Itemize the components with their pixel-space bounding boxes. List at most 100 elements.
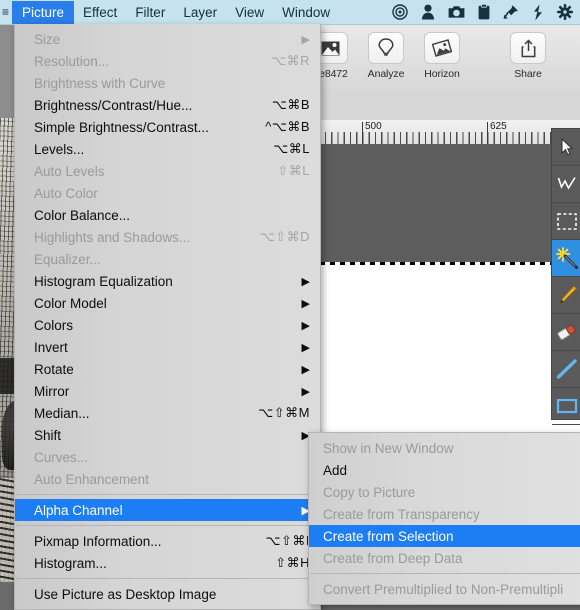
menu-item-shortcut: ⌥⇧⌘M [258,405,310,420]
person-icon[interactable] [421,4,435,20]
menu-item-label: Median... [34,405,90,421]
menu-item-invert[interactable]: Invert ▶ [15,336,320,358]
menu-item-label: Colors [34,317,74,333]
menu-item-resolution: Resolution... ⌥⌘R [15,50,320,72]
menu-item-histogram[interactable]: Histogram... ⇧⌘H [15,552,320,574]
menu-item-label: Rotate [34,361,74,377]
gear-icon[interactable] [557,4,573,20]
menubar-item-window[interactable]: Window [273,1,339,24]
menu-item-shortcut: ^⌥⌘B [265,119,310,134]
menu-item-colors[interactable]: Colors ▶ [15,314,320,336]
menu-item-label: Pixmap Information... [34,533,162,549]
menu-item-median[interactable]: Median... ⌥⇧⌘M [15,402,320,424]
menu-item-label: Add [323,462,348,478]
menubar-item-layer[interactable]: Layer [174,1,226,24]
submenu-arrow-icon: ▶ [301,385,310,398]
marquee-select-tool[interactable] [552,203,580,240]
menu-item-label: Create from Selection [323,528,454,544]
arrow-cursor-tool[interactable] [552,129,580,166]
pushpin-icon[interactable] [503,4,519,20]
submenu-item-separator [310,573,580,574]
menu-item-label: Show in New Window [323,440,454,456]
toolbar-label: Analyze [367,68,405,80]
submenu-item-show-in-new-window: Show in New Window [309,437,580,459]
tool-palette [551,128,580,425]
menu-item-shift[interactable]: Shift ▶ [15,424,320,446]
menu-item-pixmap-information[interactable]: Pixmap Information... ⌥⇧⌘I [15,530,320,552]
flag-icon[interactable] [532,4,544,21]
menu-item-color-model[interactable]: Color Model ▶ [15,292,320,314]
menu-item-label: Color Model [34,295,107,311]
toolbar-button-horizon[interactable]: Horizon [414,32,470,80]
menu-item-separator [16,578,319,579]
submenu-item-create-from-deep-data: Create from Deep Data [309,547,580,569]
menu-item-separator [16,525,319,526]
submenu-arrow-icon: ▶ [301,319,310,332]
tilted-image-icon [424,32,460,64]
menu-item-separator [16,494,319,495]
menu-item-shortcut: ⌥⌘B [271,97,310,112]
menu-item-auto-color: Auto Color [15,182,320,204]
pencil-tool[interactable] [552,277,580,314]
menu-item-label: Highlights and Shadows... [34,229,191,245]
menu-item-label: Simple Brightness/Contrast... [34,119,209,135]
menu-item-color-balance[interactable]: Color Balance... [15,204,320,226]
menu-item-label: Auto Color [34,185,98,201]
line-tool[interactable] [552,351,580,388]
menu-item-simple-brightness-contrast[interactable]: Simple Brightness/Contrast... ^⌥⌘B [15,116,320,138]
submenu-arrow-icon: ▶ [301,341,310,354]
menubar-item-picture[interactable]: Picture [12,0,75,24]
submenu-arrow-icon: ▶ [301,363,310,376]
menubar-status-icons [392,4,580,21]
submenu-item-copy-to-picture: Copy to Picture [309,481,580,503]
submenu-item-create-from-selection[interactable]: Create from Selection [309,525,580,547]
toolbar-label: Share [514,68,542,80]
toolbar-button-share[interactable]: Share [500,32,556,80]
ruler-ticks [300,132,580,144]
target-icon[interactable] [392,4,408,20]
eraser-tool[interactable] [552,314,580,351]
menu-item-curves: Curves... [15,446,320,468]
submenu-item-add[interactable]: Add [309,459,580,481]
menubar-item-effect[interactable]: Effect [74,1,126,24]
menu-item-use-picture-as-desktop-image[interactable]: Use Picture as Desktop Image [15,583,320,605]
magic-wand-tool[interactable] [552,240,580,277]
horizontal-ruler[interactable]: 500 625 [300,120,580,145]
lasso-tool[interactable] [552,166,580,203]
canvas-dark-region [300,144,580,264]
menu-item-rotate[interactable]: Rotate ▶ [15,358,320,380]
menu-item-brightness-contrast-hue[interactable]: Brightness/Contrast/Hue... ⌥⌘B [15,94,320,116]
menu-item-alpha-channel[interactable]: Alpha Channel ▶ [15,499,320,521]
menu-item-label: Brightness/Contrast/Hue... [34,97,193,113]
menu-item-label: Create from Deep Data [323,550,463,566]
menu-item-shortcut: ⌥⇧⌘I [265,533,310,548]
menu-item-label: Equalizer... [34,251,101,267]
menu-item-label: Copy to Picture [323,484,416,500]
toolbar-label: Horizon [424,68,460,80]
menu-item-label: Auto Enhancement [34,471,149,487]
rectangle-tool[interactable] [552,388,580,425]
submenu-item-create-from-transparency: Create from Transparency [309,503,580,525]
menu-item-label: Auto Levels [34,163,105,179]
clipboard-icon[interactable] [478,4,490,20]
share-icon [510,32,546,64]
submenu-arrow-icon: ▶ [301,297,310,310]
camera-icon[interactable] [448,5,465,19]
menu-item-histogram-equalization[interactable]: Histogram Equalization ▶ [15,270,320,292]
submenu-item-convert-premultiplied-to-non-premultipli: Convert Premultiplied to Non-Premultipli [309,578,580,600]
menu-item-label: Use Picture as Desktop Image [34,586,217,602]
menu-item-label: Create from Transparency [323,506,480,522]
menu-item-label: Color Balance... [34,207,131,223]
menu-item-mirror[interactable]: Mirror ▶ [15,380,320,402]
toolbar-button-analyze[interactable]: Analyze [358,32,414,80]
menu-item-size: Size ▶ [15,28,320,50]
menu-item-equalizer: Equalizer... [15,248,320,270]
menu-item-levels[interactable]: Levels... ⌥⌘L [15,138,320,160]
menu-item-label: Curves... [34,449,89,465]
submenu-arrow-icon: ▶ [301,275,310,288]
menubar-item-view[interactable]: View [226,1,273,24]
alpha-channel-submenu: Show in New Window Add Copy to Picture Crea… [308,432,580,605]
menu-item-shortcut: ⌥⇧⌘D [259,229,310,244]
menubar-item-filter[interactable]: Filter [126,1,174,24]
lightbulb-icon [368,32,404,64]
